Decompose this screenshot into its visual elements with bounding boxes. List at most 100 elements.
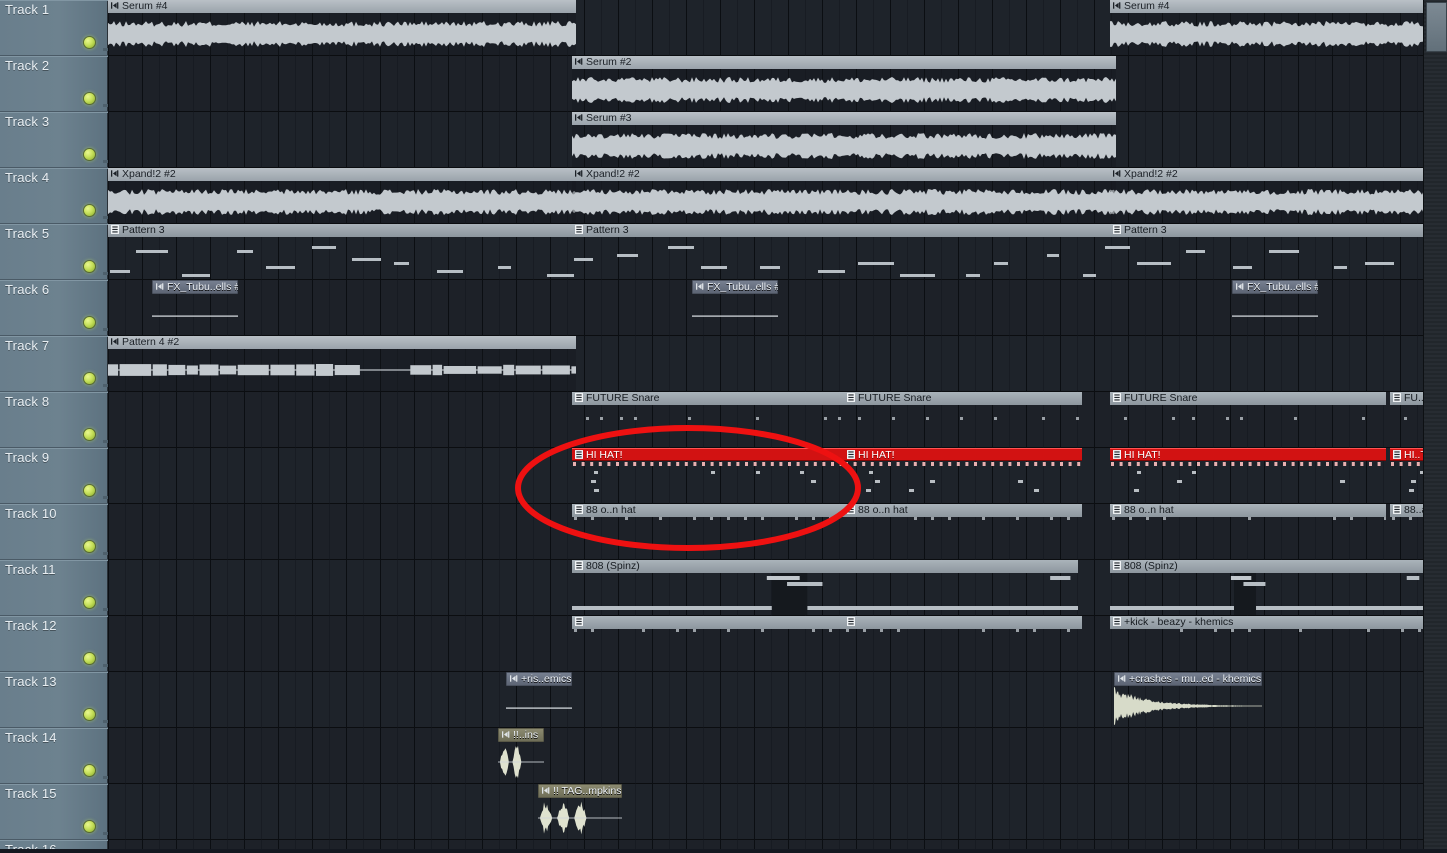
track-resize-handle[interactable] xyxy=(103,496,108,499)
playlist-row-15[interactable] xyxy=(108,784,1424,840)
clip-c33[interactable]: +crashes - mu..ed - khemics xyxy=(1114,672,1262,727)
clip-title[interactable]: Pattern 3 xyxy=(108,224,576,237)
clip-c2[interactable]: Serum #4 xyxy=(1110,0,1424,55)
clip-title[interactable]: Pattern 4 #2 xyxy=(108,336,576,349)
clip-c31[interactable]: +kick - beazy - khemics xyxy=(1110,616,1424,671)
clip-c15[interactable]: FUTURE Snare xyxy=(572,392,844,447)
clip-title[interactable]: Pattern 3 xyxy=(1110,224,1424,237)
track-header-7[interactable]: Track 7 xyxy=(0,336,108,392)
track-resize-handle[interactable] xyxy=(103,608,108,611)
track-enable-led[interactable] xyxy=(83,92,96,105)
track-header-6[interactable]: Track 6 xyxy=(0,280,108,336)
track-enable-led[interactable] xyxy=(83,540,96,553)
clip-title[interactable]: +kick - beazy - khemics xyxy=(1110,616,1424,629)
clip-c19[interactable]: HI HAT! xyxy=(572,448,844,503)
clip-title[interactable]: +ris..emics xyxy=(506,672,572,686)
track-resize-handle[interactable] xyxy=(103,48,108,51)
track-enable-led[interactable] xyxy=(83,708,96,721)
clip-title[interactable]: 88..at xyxy=(1390,504,1424,517)
track-header-3[interactable]: Track 3 xyxy=(0,112,108,168)
track-header-13[interactable]: Track 13 xyxy=(0,672,108,728)
clip-c1[interactable]: Serum #4 xyxy=(108,0,576,55)
track-resize-handle[interactable] xyxy=(103,776,108,779)
clip-c16[interactable]: FUTURE Snare xyxy=(844,392,1082,447)
track-header-12[interactable]: Track 12 xyxy=(0,616,108,672)
clip-c10[interactable]: Pattern 3 xyxy=(1110,224,1424,279)
clip-c12[interactable]: FX_Tubu..ells #2 xyxy=(692,280,778,335)
clip-title[interactable]: Xpand!2 #2 xyxy=(1110,168,1424,181)
clip-c5[interactable]: Xpand!2 #2 xyxy=(108,168,576,223)
clip-title[interactable]: Serum #3 xyxy=(572,112,1116,125)
track-enable-led[interactable] xyxy=(83,652,96,665)
track-enable-led[interactable] xyxy=(83,260,96,273)
track-enable-led[interactable] xyxy=(83,36,96,49)
clip-c29[interactable] xyxy=(572,616,844,671)
clip-title[interactable]: FUTURE Snare xyxy=(1110,392,1386,405)
clip-c9[interactable]: Pattern 3 xyxy=(572,224,1116,279)
track-header-5[interactable]: Track 5 xyxy=(0,224,108,280)
clip-c35[interactable]: !! TAG..mpkins xyxy=(538,784,622,839)
track-header-8[interactable]: Track 8 xyxy=(0,392,108,448)
track-enable-led[interactable] xyxy=(83,148,96,161)
track-resize-handle[interactable] xyxy=(103,384,108,387)
track-resize-handle[interactable] xyxy=(103,664,108,667)
clip-c17[interactable]: FUTURE Snare xyxy=(1110,392,1386,447)
track-resize-handle[interactable] xyxy=(103,328,108,331)
playlist-row-14[interactable] xyxy=(108,728,1424,784)
track-resize-handle[interactable] xyxy=(103,272,108,275)
clip-title[interactable]: Serum #4 xyxy=(108,0,576,13)
clip-title[interactable]: HI HAT! xyxy=(844,448,1082,461)
clip-title[interactable]: Pattern 3 xyxy=(572,224,1116,237)
clip-title[interactable]: FU..e xyxy=(1390,392,1424,405)
clip-c28[interactable]: 808 (Spinz) xyxy=(1110,560,1424,615)
playlist-grid[interactable]: Serum #4 Serum #4 Serum #2 Serum #3 Xpand!2 … xyxy=(108,0,1424,853)
clip-c21[interactable]: HI HAT! xyxy=(1110,448,1386,503)
clip-title[interactable]: Serum #4 xyxy=(1110,0,1424,13)
clip-title[interactable] xyxy=(844,616,1082,629)
clip-title[interactable]: FX_Tubu..ells #2 xyxy=(1232,280,1318,294)
clip-c11[interactable]: FX_Tubu..ells #2 xyxy=(152,280,238,335)
clip-c22[interactable]: HI..T! xyxy=(1390,448,1424,503)
clip-title[interactable]: HI..T! xyxy=(1390,448,1424,461)
track-resize-handle[interactable] xyxy=(103,216,108,219)
clip-title[interactable]: 88 o..n hat xyxy=(844,504,1082,517)
clip-c24[interactable]: 88 o..n hat xyxy=(844,504,1082,559)
clip-title[interactable]: FX_Tubu..ells #2 xyxy=(152,280,238,294)
track-header-14[interactable]: Track 14 xyxy=(0,728,108,784)
clip-title[interactable]: 808 (Spinz) xyxy=(1110,560,1424,573)
track-resize-handle[interactable] xyxy=(103,552,108,555)
clip-title[interactable]: 808 (Spinz) xyxy=(572,560,1078,573)
track-enable-led[interactable] xyxy=(83,372,96,385)
clip-c7[interactable]: Xpand!2 #2 xyxy=(1110,168,1424,223)
clip-title[interactable]: Serum #2 xyxy=(572,56,1116,69)
clip-title[interactable]: FX_Tubu..ells #2 xyxy=(692,280,778,294)
clip-title[interactable]: !!..ins xyxy=(498,728,544,742)
clip-c30[interactable] xyxy=(844,616,1082,671)
clip-title[interactable]: +crashes - mu..ed - khemics xyxy=(1114,672,1262,686)
clip-c26[interactable]: 88..at xyxy=(1390,504,1424,559)
clip-c6[interactable]: Xpand!2 #2 xyxy=(572,168,1116,223)
clip-title[interactable]: Xpand!2 #2 xyxy=(108,168,576,181)
track-header-2[interactable]: Track 2 xyxy=(0,56,108,112)
track-header-4[interactable]: Track 4 xyxy=(0,168,108,224)
clip-title[interactable] xyxy=(572,616,844,629)
clip-title[interactable]: !! TAG..mpkins xyxy=(538,784,622,798)
clip-c34[interactable]: !!..ins xyxy=(498,728,544,783)
track-resize-handle[interactable] xyxy=(103,720,108,723)
clip-title[interactable]: Xpand!2 #2 xyxy=(572,168,1116,181)
clip-title[interactable]: 88 o..n hat xyxy=(572,504,844,517)
clip-c4[interactable]: Serum #3 xyxy=(572,112,1116,167)
track-header-9[interactable]: Track 9 xyxy=(0,448,108,504)
clip-c27[interactable]: 808 (Spinz) xyxy=(572,560,1078,615)
track-enable-led[interactable] xyxy=(83,428,96,441)
clip-c14[interactable]: Pattern 4 #2 xyxy=(108,336,576,391)
track-header-10[interactable]: Track 10 xyxy=(0,504,108,560)
track-enable-led[interactable] xyxy=(83,484,96,497)
clip-c8[interactable]: Pattern 3 xyxy=(108,224,576,279)
clip-c25[interactable]: 88 o..n hat xyxy=(1110,504,1386,559)
track-resize-handle[interactable] xyxy=(103,440,108,443)
track-resize-handle[interactable] xyxy=(103,160,108,163)
track-enable-led[interactable] xyxy=(83,764,96,777)
clip-title[interactable]: FUTURE Snare xyxy=(572,392,844,405)
track-header-1[interactable]: Track 1 xyxy=(0,0,108,56)
